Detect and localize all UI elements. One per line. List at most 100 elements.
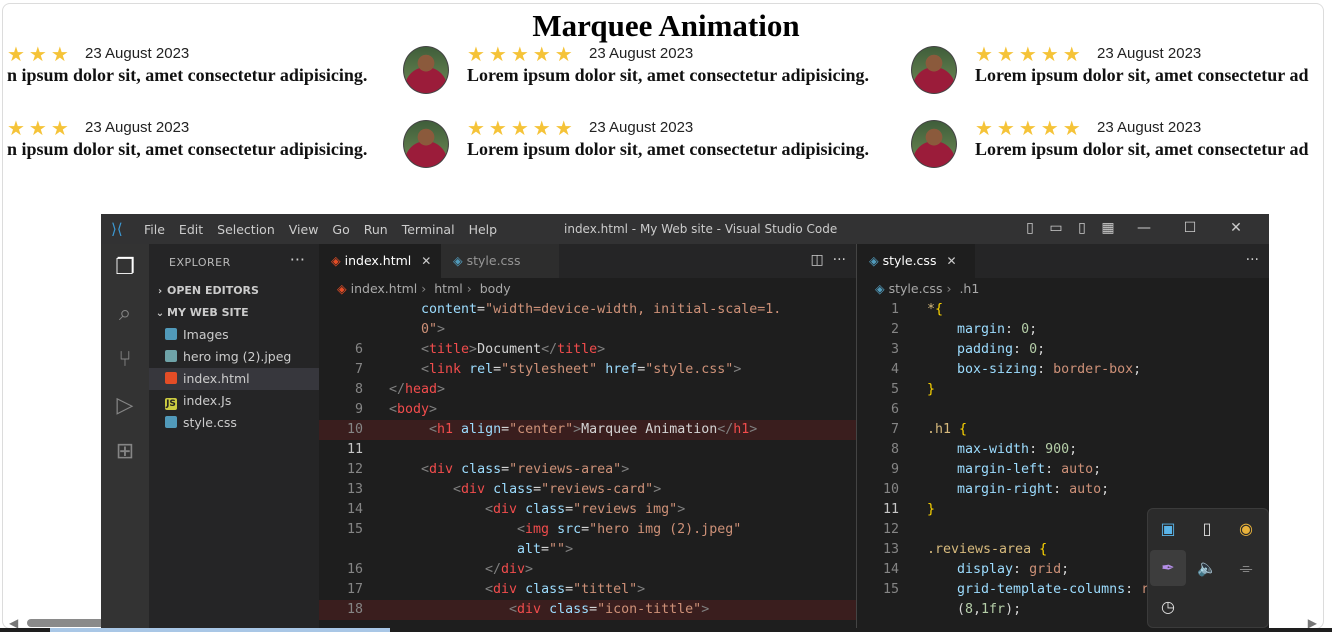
code-line: <div class="reviews-area"> <box>421 462 630 477</box>
review-card: ★★★★★ 23 August 2023 Lorem ipsum dolor s… <box>403 42 911 102</box>
open-editors-section[interactable]: › OPEN EDITORS <box>153 280 319 302</box>
tab-bar: ◈ index.html ✕ ◈ style.css ◫ ··· <box>319 244 856 278</box>
clock-icon[interactable]: ◷ <box>1150 589 1186 625</box>
breadcrumb-item[interactable]: body <box>480 281 511 296</box>
code-line: <link rel="stylesheet" href="style.css"> <box>421 362 742 377</box>
menu-help[interactable]: Help <box>469 222 498 237</box>
toggle-panel-icon[interactable]: ▭ <box>1043 220 1069 236</box>
maximize-icon[interactable]: ☐ <box>1167 220 1213 236</box>
code-line: grid-template-columns: r <box>957 582 1150 597</box>
line-number: 12 <box>346 462 363 477</box>
avatar <box>403 46 449 94</box>
tab-label: style.css <box>466 253 521 268</box>
explorer-header: EXPLORER <box>169 256 231 269</box>
usb-icon[interactable]: ▯ <box>1189 511 1225 547</box>
file-item-style-css[interactable]: style.css <box>149 412 319 434</box>
customize-layout-icon[interactable]: ▦ <box>1095 220 1121 236</box>
chrome-icon[interactable]: ◉ <box>1228 511 1264 547</box>
extensions-icon[interactable]: ⊞ <box>113 440 137 464</box>
menu-run[interactable]: Run <box>364 222 388 237</box>
line-number: 11 <box>346 442 363 457</box>
tab-index-html[interactable]: ◈ index.html ✕ <box>319 244 442 278</box>
code-line: padding: 0; <box>957 342 1046 357</box>
breadcrumb-item[interactable]: index.html <box>351 281 418 296</box>
more-actions-icon[interactable]: ··· <box>290 250 305 269</box>
line-number: 13 <box>346 482 363 497</box>
line-number: 13 <box>882 542 899 557</box>
feather-icon[interactable]: ✒ <box>1150 550 1186 586</box>
js-file-icon: JS <box>165 398 177 410</box>
file-item-hero-img[interactable]: hero img (2).jpeg <box>149 346 319 368</box>
run-debug-icon[interactable]: ▷ <box>113 394 137 418</box>
line-number: 14 <box>882 562 899 577</box>
minimize-icon[interactable]: — <box>1121 220 1167 236</box>
code-line: display: grid; <box>957 562 1070 577</box>
line-number: 14 <box>346 502 363 517</box>
network-icon[interactable]: ▣ <box>1150 511 1186 547</box>
taskbar <box>0 628 1332 632</box>
breadcrumb-item[interactable]: html <box>434 281 462 296</box>
explorer-icon[interactable]: ❐ <box>113 256 137 280</box>
review-text: Lorem ipsum dolor sit, amet consectetur … <box>467 65 869 85</box>
code-editor[interactable]: content="width=device-width, initial-sca… <box>319 300 856 628</box>
menu-file[interactable]: File <box>144 222 165 237</box>
open-editors-label: OPEN EDITORS <box>167 284 259 297</box>
project-section[interactable]: ⌄ MY WEB SITE <box>153 302 319 324</box>
menu-go[interactable]: Go <box>332 222 349 237</box>
breadcrumb-item[interactable]: .h1 <box>959 281 979 296</box>
close-tab-icon[interactable]: ✕ <box>421 254 431 268</box>
line-number: 1 <box>890 302 899 317</box>
rating-stars: ★★★★★ <box>467 42 577 66</box>
line-number: 10 <box>346 422 363 437</box>
file-name: index.Js <box>183 393 232 408</box>
toggle-sidebar-icon[interactable]: ▯ <box>1017 220 1043 236</box>
code-line: <div class="tittel"> <box>485 582 646 597</box>
line-number: 3 <box>890 342 899 357</box>
review-text: Lorem ipsum dolor sit, amet consectetur … <box>975 65 1309 85</box>
tab-style-css[interactable]: ◈ style.css ✕ <box>857 244 975 278</box>
close-tab-icon[interactable]: ✕ <box>946 254 956 268</box>
chevron-right-icon: › <box>421 281 427 296</box>
code-line: <h1 align="center">Marquee Animation</h1… <box>429 422 758 437</box>
review-text: Lorem ipsum dolor sit, amet consectetur … <box>975 139 1309 159</box>
file-item-images[interactable]: Images <box>149 324 319 346</box>
image-file-icon <box>165 328 177 340</box>
line-number: 17 <box>346 582 363 597</box>
menu-view[interactable]: View <box>289 222 319 237</box>
split-editor-icon[interactable]: ◫ <box>811 252 824 268</box>
chevron-right-icon: › <box>946 281 952 296</box>
file-item-index-js[interactable]: JS index.Js <box>149 390 319 412</box>
line-number: 18 <box>346 602 363 617</box>
line-number: 7 <box>890 422 899 437</box>
review-card: ★★★★★ 23 August 2023 Lorem ipsum dolor s… <box>911 42 1323 102</box>
tab-bar: ◈ style.css ✕ ··· <box>857 244 1269 278</box>
review-card: ★★★★★ 23 August 2023 Lorem ipsum dolor s… <box>403 116 911 176</box>
activity-bar: ❐ ⌕ ⑂ ▷ ⊞ <box>101 244 149 628</box>
review-date: 23 August 2023 <box>1097 45 1202 62</box>
image-file-icon <box>165 350 177 362</box>
more-actions-icon[interactable]: ··· <box>1246 252 1259 268</box>
review-date: 23 August 2023 <box>1097 119 1202 136</box>
menu-terminal[interactable]: Terminal <box>402 222 455 237</box>
explorer-sidebar: EXPLORER ··· › OPEN EDITORS ⌄ MY WEB SITE … <box>149 244 319 628</box>
line-number: 11 <box>882 502 899 517</box>
file-item-index-html[interactable]: index.html <box>149 368 319 390</box>
line-number: 2 <box>890 322 899 337</box>
wifi-icon[interactable]: ⌯ <box>1228 550 1264 586</box>
rating-stars: ★★★★★ <box>975 42 1085 66</box>
vscode-logo-icon: ⟩⟨ <box>111 220 123 238</box>
source-control-icon[interactable]: ⑂ <box>113 348 137 372</box>
tab-style-css[interactable]: ◈ style.css <box>441 244 559 278</box>
volume-icon[interactable]: 🔈 <box>1189 550 1225 586</box>
line-number: 6 <box>354 342 363 357</box>
more-actions-icon[interactable]: ··· <box>833 252 846 268</box>
breadcrumb-item[interactable]: style.css <box>889 281 943 296</box>
menu-edit[interactable]: Edit <box>179 222 203 237</box>
html-file-icon: ◈ <box>337 281 347 296</box>
menu-selection[interactable]: Selection <box>217 222 275 237</box>
vscode-window: ⟩⟨ File Edit Selection View Go Run Termi… <box>101 214 1269 628</box>
toggle-secondary-sidebar-icon[interactable]: ▯ <box>1069 220 1095 236</box>
search-icon[interactable]: ⌕ <box>113 302 137 326</box>
rating-stars: ★★★★★ <box>975 116 1085 140</box>
close-icon[interactable]: ✕ <box>1213 220 1259 236</box>
